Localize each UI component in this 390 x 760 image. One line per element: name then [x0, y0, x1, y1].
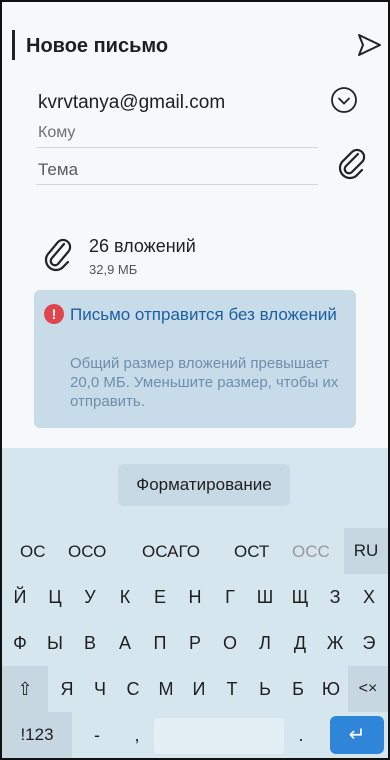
suggestion-item[interactable]: ОСТ [234, 542, 269, 562]
to-label: Кому [38, 124, 76, 141]
key[interactable]: П [145, 620, 175, 666]
text-cursor [12, 30, 15, 60]
key-row-bottom: !123 - , . ↵ [2, 712, 388, 758]
key[interactable]: Я [52, 666, 82, 712]
key-row-2: Ф Ы В А П Р О Л Д Ж Э [2, 620, 388, 666]
key[interactable]: М [151, 666, 181, 712]
space-key[interactable] [154, 718, 284, 754]
suggestion-item[interactable]: ОСС [292, 542, 330, 562]
key[interactable]: Ш [250, 574, 280, 620]
key[interactable]: Ы [40, 620, 70, 666]
key[interactable]: Ф [5, 620, 35, 666]
key[interactable]: У [75, 574, 105, 620]
attachment-count[interactable]: 26 вложений [89, 236, 196, 257]
backspace-key[interactable]: <× [348, 666, 388, 712]
key[interactable]: Ь [250, 666, 280, 712]
key[interactable]: Р [180, 620, 210, 666]
divider [36, 184, 318, 185]
compose-header: Новое письмо [2, 2, 388, 84]
key[interactable]: А [110, 620, 140, 666]
key[interactable]: Э [354, 620, 384, 666]
recipient-email[interactable]: kvrvtanya@gmail.com [38, 92, 225, 114]
chevron-down-icon[interactable] [330, 86, 358, 114]
key-row-3: ⇧ Я Ч С М И Т Ь Б Ю <× [2, 666, 388, 712]
suggestion-item[interactable]: ОСАГО [142, 542, 200, 562]
key[interactable]: О [215, 620, 245, 666]
error-icon: ! [44, 304, 64, 324]
paperclip-icon[interactable] [334, 144, 370, 180]
key[interactable]: Т [217, 666, 247, 712]
period-key[interactable]: . [286, 712, 316, 758]
key[interactable]: С [118, 666, 148, 712]
warning-title: Письмо отправится без вложений [70, 305, 337, 324]
key[interactable]: Ч [85, 666, 115, 712]
subject-field[interactable]: Тема [38, 160, 78, 180]
key[interactable]: Г [215, 574, 245, 620]
shift-key[interactable]: ⇧ [2, 666, 48, 712]
language-key[interactable]: RU [344, 528, 388, 574]
key[interactable]: Х [354, 574, 384, 620]
key[interactable]: И [184, 666, 214, 712]
formatting-button[interactable]: Форматирование [118, 464, 290, 506]
keyboard: Форматирование ОС ОСО ОСАГО ОСТ ОСС RU Й… [2, 448, 388, 758]
dash-key[interactable]: - [82, 712, 112, 758]
key[interactable]: Ю [316, 666, 346, 712]
suggestion-item[interactable]: ОС [20, 542, 46, 562]
numbers-key[interactable]: !123 [2, 712, 72, 758]
key-row-1: Й Ц У К Е Н Г Ш Щ З Х [2, 574, 388, 620]
key[interactable]: Й [5, 574, 35, 620]
key[interactable]: В [75, 620, 105, 666]
key[interactable]: Щ [285, 574, 315, 620]
suggestion-bar: ОС ОСО ОСАГО ОСТ ОСС [2, 528, 388, 574]
key[interactable]: Н [180, 574, 210, 620]
attachment-paperclip-icon [44, 238, 72, 272]
divider [36, 147, 318, 148]
suggestion-item[interactable]: ОСО [68, 542, 106, 562]
enter-key[interactable]: ↵ [330, 716, 384, 754]
key[interactable]: Ж [320, 620, 350, 666]
key[interactable]: Д [285, 620, 315, 666]
key[interactable]: Ц [40, 574, 70, 620]
warning-text: Общий размер вложений превышает 20,0 МБ.… [70, 355, 339, 410]
page-title: Новое письмо [26, 35, 169, 57]
send-icon[interactable] [354, 30, 384, 60]
attachment-size: 32,9 МБ [89, 262, 138, 277]
screen: Новое письмо kvrvtanya@gmail.com Кому Те… [0, 0, 390, 760]
key[interactable]: К [110, 574, 140, 620]
key[interactable]: Б [283, 666, 313, 712]
key[interactable]: Л [250, 620, 280, 666]
comma-key[interactable]: , [122, 712, 152, 758]
key[interactable]: Е [145, 574, 175, 620]
warning-banner: ! Письмо отправится без вложений Общий р… [34, 290, 356, 428]
key[interactable]: З [320, 574, 350, 620]
